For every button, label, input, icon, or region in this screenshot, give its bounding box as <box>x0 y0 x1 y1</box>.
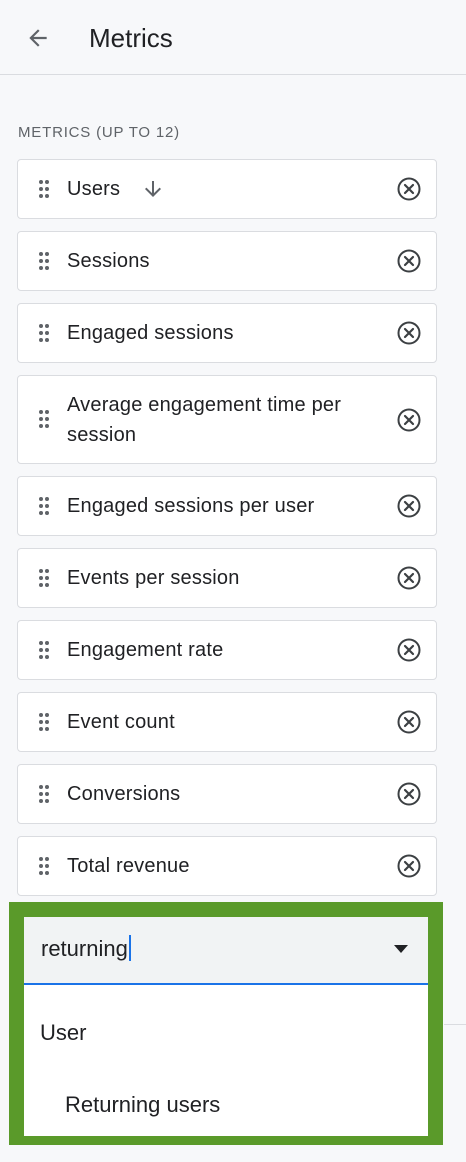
remove-circle-icon[interactable] <box>396 637 422 663</box>
panel-header: Metrics <box>0 0 466 75</box>
metric-label: Engaged sessions per user <box>67 495 315 517</box>
metric-chip-users[interactable]: Users <box>17 159 437 219</box>
search-value: returning <box>41 936 128 961</box>
remove-circle-icon[interactable] <box>396 709 422 735</box>
metric-chip-event-count[interactable]: Event count <box>17 692 437 752</box>
metric-search-input[interactable]: returning <box>24 917 428 985</box>
drag-handle-icon[interactable] <box>38 568 50 588</box>
metric-label: Sessions <box>67 250 150 272</box>
metric-chip-conversions[interactable]: Conversions <box>17 764 437 824</box>
arrow-drop-down-icon[interactable] <box>393 944 409 954</box>
remove-circle-icon[interactable] <box>396 781 422 807</box>
arrow-downward-icon[interactable] <box>141 177 165 201</box>
divider <box>444 1024 466 1025</box>
page-title: Metrics <box>89 23 173 53</box>
text-cursor <box>128 935 131 961</box>
metric-chip-engaged-sessions[interactable]: Engaged sessions <box>17 303 437 363</box>
remove-circle-icon[interactable] <box>396 248 422 274</box>
metric-chip-sessions[interactable]: Sessions <box>17 231 437 291</box>
metric-label: Event count <box>67 711 175 733</box>
drag-handle-icon[interactable] <box>38 496 50 516</box>
metric-chip-events-per-session[interactable]: Events per session <box>17 548 437 608</box>
drag-handle-icon[interactable] <box>38 712 50 732</box>
drag-handle-icon[interactable] <box>38 251 50 271</box>
remove-circle-icon[interactable] <box>396 320 422 346</box>
metric-chip-total-revenue[interactable]: Total revenue <box>17 836 437 896</box>
search-text-wrap: returning <box>41 935 131 963</box>
back-button[interactable] <box>22 22 54 54</box>
arrow-back-icon <box>29 29 47 47</box>
remove-circle-icon[interactable] <box>396 853 422 879</box>
remove-circle-icon[interactable] <box>396 176 422 202</box>
metric-chip-average-engagement-time[interactable]: Average engagement time per session <box>17 375 437 464</box>
remove-circle-icon[interactable] <box>396 565 422 591</box>
metric-label: Conversions <box>67 783 181 805</box>
metric-label: Engagement rate <box>67 639 224 661</box>
remove-circle-icon[interactable] <box>396 407 422 433</box>
drag-handle-icon[interactable] <box>38 856 50 876</box>
drag-handle-icon[interactable] <box>38 784 50 804</box>
metric-chip-engagement-rate[interactable]: Engagement rate <box>17 620 437 680</box>
drag-handle-icon[interactable] <box>38 640 50 660</box>
metric-label: Events per session <box>67 567 240 589</box>
option-group-header: User <box>40 1020 87 1045</box>
metric-chip-engaged-sessions-per-user[interactable]: Engaged sessions per user <box>17 476 437 536</box>
metric-search-dropdown: returning User Returning users <box>9 902 443 1145</box>
metric-label: Average engagement time per session <box>67 394 342 446</box>
metric-label: Users <box>67 178 121 200</box>
metric-label: Total revenue <box>67 855 190 877</box>
metric-label: Engaged sessions <box>67 322 234 344</box>
metrics-section-label: METRICS (UP TO 12) <box>18 124 180 141</box>
drag-handle-icon[interactable] <box>38 323 50 343</box>
drag-handle-icon[interactable] <box>38 409 50 429</box>
remove-circle-icon[interactable] <box>396 493 422 519</box>
drag-handle-icon[interactable] <box>38 179 50 199</box>
option-label: Returning users <box>65 1092 221 1117</box>
dropdown-menu: returning User Returning users <box>24 917 428 1136</box>
option-returning-users[interactable]: Returning users <box>24 1075 428 1131</box>
